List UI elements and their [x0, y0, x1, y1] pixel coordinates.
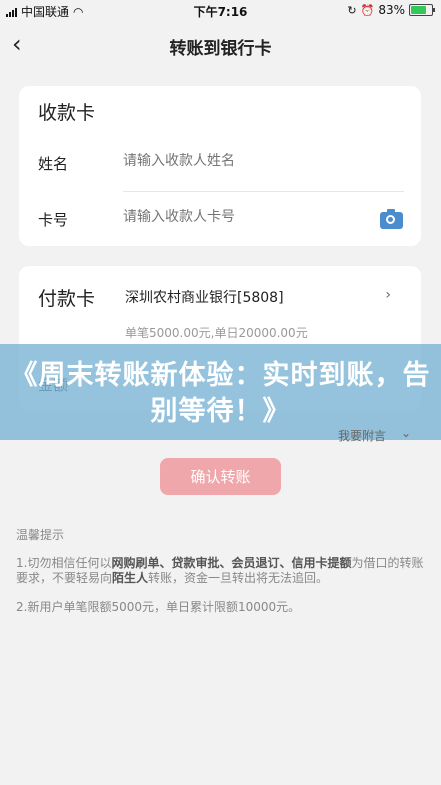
battery-icon: [409, 4, 435, 16]
battery-fill: [411, 6, 426, 14]
promo-overlay-banner: 《周末转账新体验：实时到账，告别等待！》: [0, 344, 441, 440]
payee-card-number-input[interactable]: [123, 209, 363, 225]
navigation-bar: ‹ 转账到银行卡: [0, 22, 441, 68]
chevron-right-icon[interactable]: ›: [385, 287, 391, 303]
notice-line-1d: 陌生人: [112, 571, 149, 585]
notice-title: 温馨提示: [16, 528, 65, 542]
notice-line-1a: 1.切勿相信任何以: [16, 556, 112, 570]
payee-name-input[interactable]: [123, 153, 363, 169]
promo-overlay-text: 《周末转账新体验：实时到账，告别等待！》: [10, 360, 431, 427]
notice-line-1b: 网购刷单、贷款审批、会员退订、信用卡提额: [111, 556, 352, 570]
payer-bank-selector[interactable]: 深圳农村商业银行[5808]: [125, 287, 284, 307]
status-bar: 中国联通 ◠ 下午7:16 ↻ ⏰ 83%: [0, 0, 441, 22]
battery-percent: 83%: [378, 3, 405, 17]
confirm-transfer-button[interactable]: 确认转账: [160, 458, 281, 495]
sender-message-link[interactable]: 我要附言: [338, 427, 386, 444]
status-right: ↻ ⏰ 83%: [347, 3, 435, 17]
name-label: 姓名: [38, 155, 69, 173]
card-number-label: 卡号: [38, 211, 69, 229]
payer-card-title: 付款卡: [38, 288, 96, 310]
payee-card: 收款卡 姓名 卡号: [19, 86, 421, 246]
transfer-limit-note: 单笔5000.00元,单日20000.00元: [125, 326, 308, 340]
notice-line-1e: 转账，资金一旦转出将无法追回。: [148, 571, 329, 585]
field-divider: [123, 191, 404, 192]
notice-line-2: 2.新用户单笔限额5000元，单日累计限额10000元。: [16, 600, 301, 614]
alarm-icon: ⏰: [360, 3, 375, 17]
notice-line-1: 1.切勿相信任何以网购刷单、贷款审批、会员退订、信用卡提额为借口的转账要求，不要…: [16, 556, 426, 586]
camera-icon[interactable]: [380, 209, 403, 229]
payee-card-title: 收款卡: [38, 102, 96, 124]
rotation-lock-icon: ↻: [347, 3, 357, 17]
page-title: 转账到银行卡: [169, 39, 272, 59]
chevron-down-icon[interactable]: ⌄: [401, 426, 411, 440]
